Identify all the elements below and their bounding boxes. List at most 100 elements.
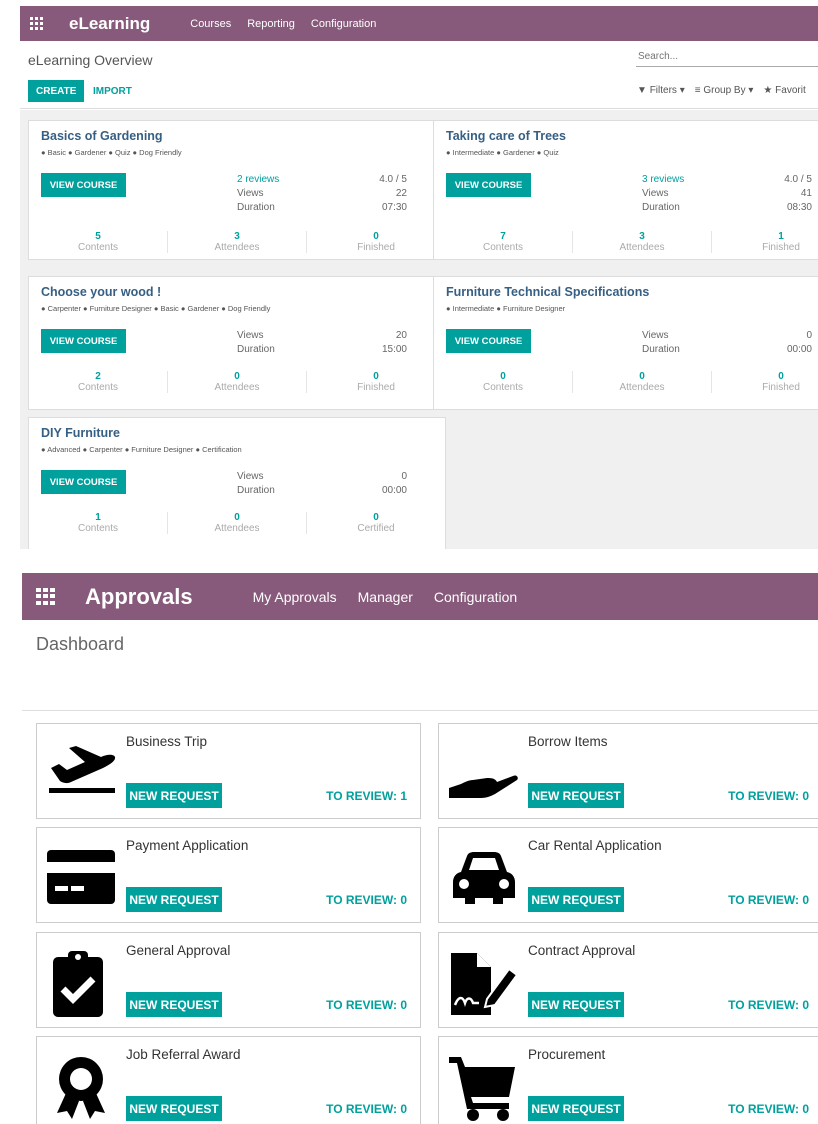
- view-course-button[interactable]: VIEW COURSE: [446, 329, 531, 353]
- duration-label: Duration: [237, 485, 275, 496]
- category-title: Procurement: [528, 1047, 606, 1062]
- attendees-counter[interactable]: 0 Attendees: [572, 371, 711, 393]
- contents-counter[interactable]: 7 Contents: [434, 231, 572, 253]
- course-title[interactable]: DIY Furniture: [41, 426, 120, 440]
- course-stats: 3 reviews 4.0 / 5 Views 41 Duration 08:30: [642, 173, 812, 215]
- approval-category-card[interactable]: Car Rental Application NEW REQUEST TO RE…: [438, 827, 818, 923]
- create-button[interactable]: CREATE: [28, 80, 85, 102]
- to-review-link[interactable]: TO REVIEW: 0: [728, 893, 809, 907]
- new-request-button[interactable]: NEW REQUEST: [528, 887, 624, 912]
- app-grid-icon[interactable]: [30, 17, 43, 30]
- to-review-link[interactable]: TO REVIEW: 0: [728, 998, 809, 1012]
- duration-label: Duration: [642, 344, 680, 355]
- course-card[interactable]: Choose your wood ! ● Carpenter ● Furnitu…: [28, 276, 446, 410]
- to-review-link[interactable]: TO REVIEW: 0: [326, 1102, 407, 1116]
- groupby-toggle[interactable]: ≡ Group By ▾: [695, 85, 754, 96]
- plane-icon: [49, 746, 116, 793]
- contents-counter[interactable]: 0 Contents: [434, 371, 572, 393]
- caret-down-icon: ▾: [679, 85, 685, 96]
- approval-category-card[interactable]: Borrow Items NEW REQUEST TO REVIEW: 0: [438, 723, 818, 819]
- finished-counter[interactable]: 1 Finished: [711, 231, 818, 253]
- attendees-counter[interactable]: 0 Attendees: [167, 371, 306, 393]
- finished-counter[interactable]: 0 Finished: [711, 371, 818, 393]
- new-request-button[interactable]: NEW REQUEST: [528, 992, 624, 1017]
- approval-category-card[interactable]: Procurement NEW REQUEST TO REVIEW: 0: [438, 1036, 818, 1124]
- favorites-toggle[interactable]: ★ Favorit: [763, 85, 805, 96]
- view-course-button[interactable]: VIEW COURSE: [446, 173, 531, 197]
- menu-manager[interactable]: Manager: [358, 589, 413, 605]
- new-request-button[interactable]: NEW REQUEST: [126, 1096, 222, 1121]
- app-grid-icon[interactable]: [36, 588, 55, 605]
- duration-value: 00:00: [381, 485, 407, 496]
- approval-category-card[interactable]: Job Referral Award NEW REQUEST TO REVIEW…: [36, 1036, 421, 1124]
- to-review-link[interactable]: TO REVIEW: 0: [728, 789, 809, 803]
- category-title: Contract Approval: [528, 943, 636, 958]
- course-stats: Views 0 Duration 00:00: [237, 470, 407, 498]
- course-title[interactable]: Basics of Gardening: [41, 129, 163, 143]
- approval-category-card[interactable]: General Approval NEW REQUEST TO REVIEW: …: [36, 932, 421, 1028]
- menu-configuration[interactable]: Configuration: [311, 18, 376, 30]
- duration-label: Duration: [237, 202, 275, 213]
- filters-toggle[interactable]: ▼ Filters ▾: [637, 85, 685, 96]
- contents-counter[interactable]: 5 Contents: [29, 231, 167, 253]
- certified-counter[interactable]: 0 Certified: [306, 512, 445, 534]
- new-request-button[interactable]: NEW REQUEST: [528, 783, 624, 808]
- duration-value: 07:30: [381, 202, 407, 213]
- view-course-button[interactable]: VIEW COURSE: [41, 173, 126, 197]
- to-review-link[interactable]: TO REVIEW: 0: [326, 893, 407, 907]
- search-input[interactable]: [636, 47, 818, 67]
- course-card[interactable]: Taking care of Trees ● Intermediate ● Ga…: [433, 120, 818, 260]
- reviews-link[interactable]: 2 reviews: [237, 173, 279, 187]
- menu-courses[interactable]: Courses: [190, 18, 231, 30]
- new-request-button[interactable]: NEW REQUEST: [126, 783, 222, 808]
- app-title[interactable]: eLearning: [69, 14, 150, 34]
- app-title[interactable]: Approvals: [85, 584, 193, 610]
- menu-configuration[interactable]: Configuration: [434, 589, 517, 605]
- rating-value: 4.0 / 5: [379, 174, 407, 185]
- course-title[interactable]: Choose your wood !: [41, 285, 161, 299]
- elearning-navbar: eLearning Courses Reporting Configuratio…: [20, 6, 818, 41]
- course-stats: Views 20 Duration 15:00: [237, 329, 407, 357]
- finished-counter[interactable]: 0 Finished: [306, 231, 445, 253]
- new-request-button[interactable]: NEW REQUEST: [528, 1096, 624, 1121]
- new-request-button[interactable]: NEW REQUEST: [126, 992, 222, 1017]
- to-review-link[interactable]: TO REVIEW: 1: [326, 789, 407, 803]
- course-counters: 2 Contents 0 Attendees 0 Finished: [29, 371, 445, 393]
- breadcrumb: Dashboard: [36, 634, 125, 654]
- views-value: 20: [395, 330, 407, 341]
- views-value: 0: [806, 330, 812, 341]
- attendees-counter[interactable]: 3 Attendees: [572, 231, 711, 253]
- course-card[interactable]: Basics of Gardening ● Basic ● Gardener ●…: [28, 120, 446, 260]
- course-title[interactable]: Taking care of Trees: [446, 129, 566, 143]
- finished-counter[interactable]: 0 Finished: [306, 371, 445, 393]
- course-title[interactable]: Furniture Technical Specifications: [446, 285, 649, 299]
- menu-reporting[interactable]: Reporting: [247, 18, 295, 30]
- new-request-button[interactable]: NEW REQUEST: [126, 887, 222, 912]
- attendees-counter[interactable]: 0 Attendees: [167, 512, 306, 534]
- import-button[interactable]: IMPORT: [86, 80, 139, 102]
- to-review-link[interactable]: TO REVIEW: 0: [728, 1102, 809, 1116]
- reviews-link[interactable]: 3 reviews: [642, 173, 684, 187]
- course-card[interactable]: DIY Furniture ● Advanced ● Carpenter ● F…: [28, 417, 446, 549]
- course-counters: 0 Contents 0 Attendees 0 Finished: [434, 371, 818, 393]
- duration-label: Duration: [237, 344, 275, 355]
- views-label: Views: [237, 188, 264, 199]
- course-tags: ● Intermediate ● Furniture Designer: [446, 304, 566, 313]
- contents-counter[interactable]: 2 Contents: [29, 371, 167, 393]
- clipboard-check-icon: [53, 951, 103, 1017]
- course-card[interactable]: Furniture Technical Specifications ● Int…: [433, 276, 818, 410]
- course-kanban: Basics of Gardening ● Basic ● Gardener ●…: [20, 110, 818, 549]
- duration-value: 00:00: [786, 344, 812, 355]
- contents-counter[interactable]: 1 Contents: [29, 512, 167, 534]
- view-course-button[interactable]: VIEW COURSE: [41, 470, 126, 494]
- approval-category-card[interactable]: Contract Approval NEW REQUEST TO REVIEW:…: [438, 932, 818, 1028]
- approval-category-card[interactable]: Payment Application NEW REQUEST TO REVIE…: [36, 827, 421, 923]
- approval-category-card[interactable]: Business Trip NEW REQUEST TO REVIEW: 1: [36, 723, 421, 819]
- course-tags: ● Basic ● Gardener ● Quiz ● Dog Friendly: [41, 148, 182, 157]
- to-review-link[interactable]: TO REVIEW: 0: [326, 998, 407, 1012]
- search-options: ▼ Filters ▾ ≡ Group By ▾ ★ Favorit: [637, 85, 806, 96]
- attendees-counter[interactable]: 3 Attendees: [167, 231, 306, 253]
- view-course-button[interactable]: VIEW COURSE: [41, 329, 126, 353]
- menu-my-approvals[interactable]: My Approvals: [253, 589, 337, 605]
- category-title: Car Rental Application: [528, 838, 662, 853]
